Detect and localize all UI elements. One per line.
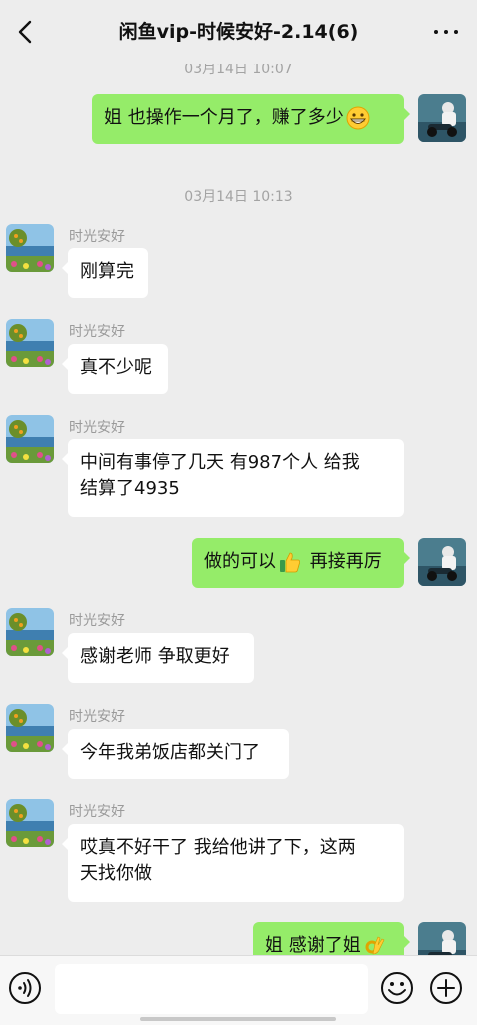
message-text: 刚算完	[80, 261, 134, 282]
incoming-message[interactable]: 刚算完	[62, 248, 148, 298]
sender-name: 时光安好	[69, 804, 125, 820]
message-text-line: 中间有事停了几天 有987个人 给我	[80, 452, 360, 473]
sender-name: 时光安好	[69, 613, 125, 629]
message-text: 真不少呢	[80, 357, 152, 378]
message-text: 做的可以	[204, 551, 276, 572]
emoji-button[interactable]	[380, 971, 414, 1005]
ok-hand-emoji	[365, 936, 385, 955]
incoming-message[interactable]: 哎真不好干了 我给他讲了下，这两 天找你做	[62, 824, 404, 902]
contact-avatar[interactable]	[6, 608, 54, 656]
incoming-message[interactable]: 今年我弟饭店都关门了	[62, 729, 289, 779]
more-dots-icon	[434, 30, 438, 34]
message-text-line: 结算了4935	[80, 478, 180, 499]
message-text-line: 天找你做	[80, 863, 152, 884]
sender-name: 时光安好	[69, 709, 125, 725]
message-text: 今年我弟饭店都关门了	[80, 742, 260, 763]
message-text: 姐 感谢了姐	[265, 935, 361, 955]
more-button[interactable]	[431, 18, 461, 46]
chat-title: 闲鱼vip-时候安好-2.14(6)	[118, 21, 359, 43]
contact-avatar[interactable]	[6, 799, 54, 847]
incoming-message[interactable]: 感谢老师 争取更好	[62, 633, 254, 683]
message-text: 感谢老师 争取更好	[80, 646, 230, 667]
my-avatar[interactable]	[418, 94, 466, 142]
thumbs-up-emoji	[280, 552, 300, 573]
outgoing-message[interactable]: 做的可以 再接再厉	[192, 538, 410, 588]
chat-area[interactable]: 03月14日 10:07 姐 也操作一个月了，赚了多少 03月14日 10:13…	[0, 0, 477, 955]
sender-name: 时光安好	[69, 420, 125, 436]
plus-icon	[430, 972, 462, 1004]
my-avatar[interactable]	[418, 538, 466, 586]
back-button[interactable]	[10, 16, 42, 48]
outgoing-message[interactable]: 姐 也操作一个月了，赚了多少	[92, 94, 410, 144]
incoming-message[interactable]: 真不少呢	[62, 344, 168, 394]
home-indicator	[140, 1017, 336, 1021]
contact-avatar[interactable]	[6, 224, 54, 272]
voice-button[interactable]	[8, 971, 42, 1005]
contact-avatar[interactable]	[6, 704, 54, 752]
my-avatar[interactable]	[418, 922, 466, 955]
outgoing-message[interactable]: 姐 感谢了姐	[253, 922, 410, 955]
contact-avatar[interactable]	[6, 415, 54, 463]
timestamp: 03月14日 10:13	[184, 189, 293, 205]
message-text-line: 哎真不好干了 我给他讲了下，这两	[80, 837, 356, 858]
input-bar	[0, 955, 477, 1025]
message-text: 再接再厉	[304, 551, 382, 572]
message-text: 姐 也操作一个月了，赚了多少	[104, 107, 344, 128]
incoming-message[interactable]: 中间有事停了几天 有987个人 给我 结算了4935	[62, 439, 404, 517]
sender-name: 时光安好	[69, 324, 125, 340]
sender-name: 时光安好	[69, 229, 125, 245]
plus-button[interactable]	[429, 971, 463, 1005]
more-dots-icon	[454, 30, 458, 34]
message-input[interactable]	[55, 964, 368, 1014]
more-dots-icon	[444, 30, 448, 34]
grinning-face-emoji	[346, 106, 370, 130]
voice-icon	[9, 972, 41, 1004]
chevron-left-icon	[18, 20, 32, 44]
top-bar: 闲鱼vip-时候安好-2.14(6)	[0, 0, 477, 64]
smiley-icon	[381, 972, 413, 1004]
contact-avatar[interactable]	[6, 319, 54, 367]
